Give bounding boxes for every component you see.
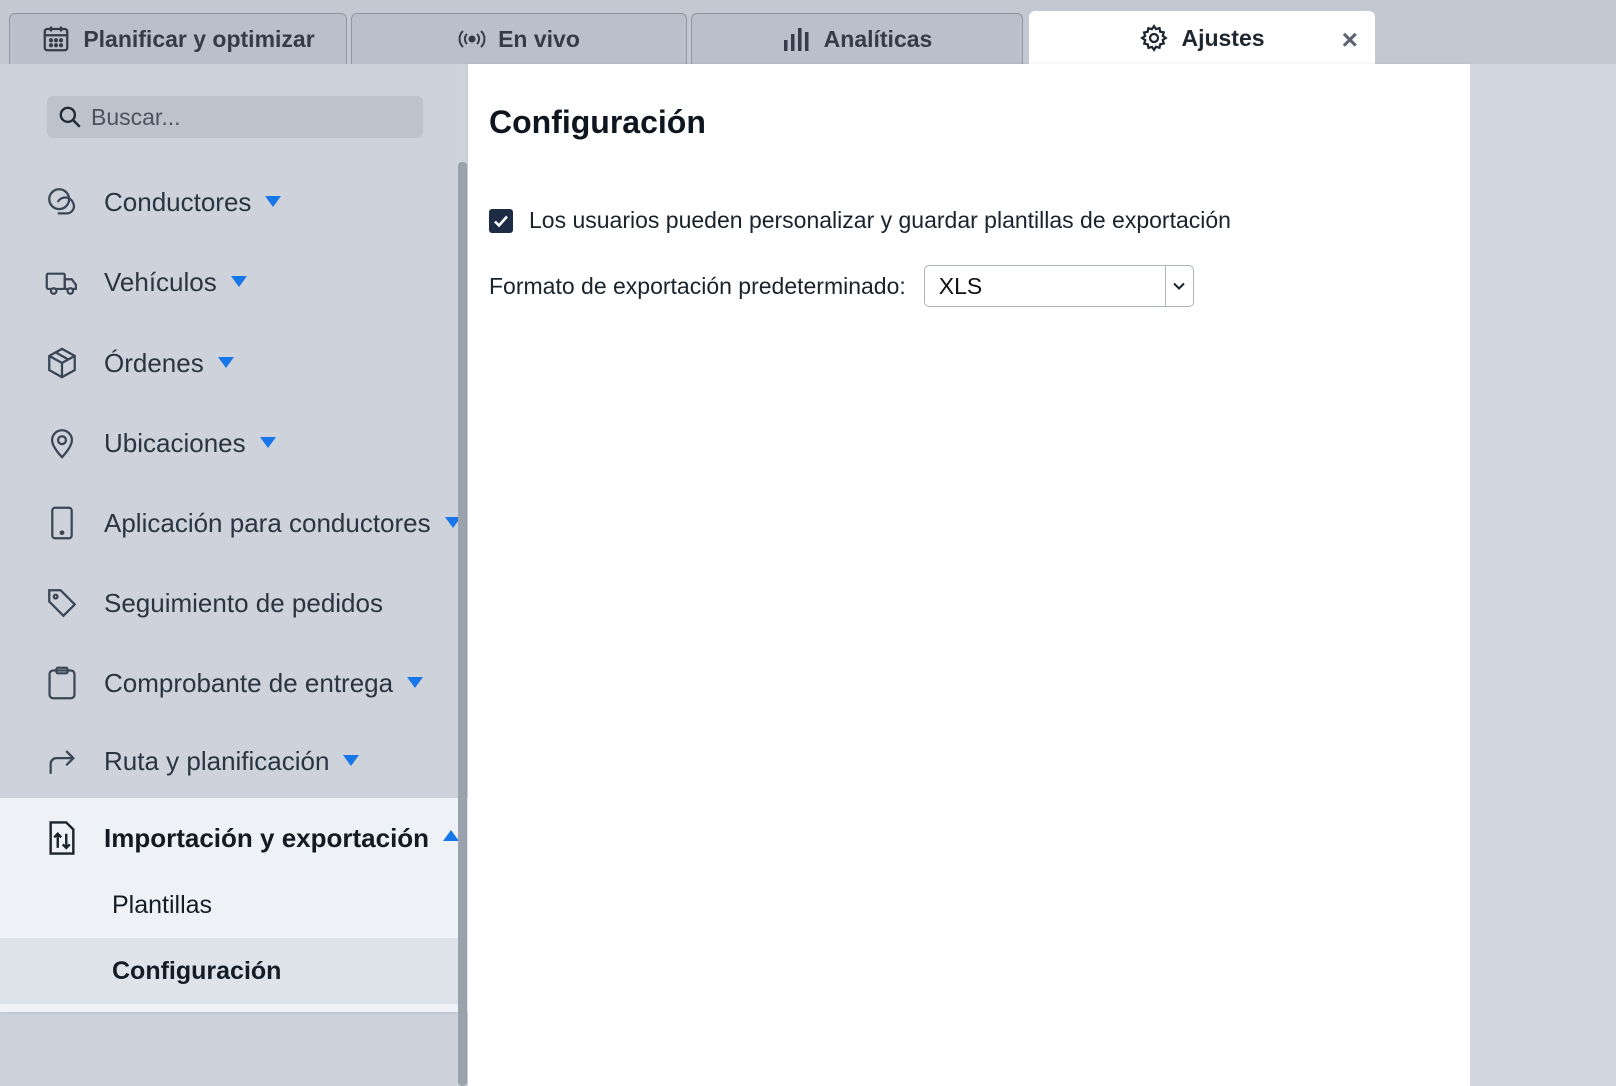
search-box[interactable] <box>47 96 423 138</box>
sidebar-item-vehiculos[interactable]: Vehículos <box>0 252 460 312</box>
chevron-down-icon[interactable] <box>259 437 276 449</box>
page-title: Configuración <box>489 104 706 140</box>
chevron-down-icon[interactable] <box>407 677 424 689</box>
sidebar-item-label: Conductores <box>104 186 252 217</box>
chevron-down-icon[interactable] <box>230 276 247 288</box>
sidebar-item-label: Ruta y planificación <box>104 745 330 776</box>
truck-icon <box>44 264 80 300</box>
sidebar-item-importacion[interactable]: Importación y exportación <box>0 808 460 868</box>
sidebar-item-label: Comprobante de entrega <box>104 667 394 698</box>
export-format-value: XLS <box>938 272 983 299</box>
tab-analiticas[interactable]: Analíticas <box>691 13 1023 64</box>
driver-icon <box>44 184 80 220</box>
phone-icon <box>44 505 80 541</box>
subitem-plantillas[interactable]: Plantillas <box>0 872 460 938</box>
import-export-icon <box>44 820 80 856</box>
package-icon <box>44 345 80 381</box>
sidebar-expanded-section: Importación y exportación Plantillas Con… <box>0 798 468 1012</box>
sidebar-item-aplicacion[interactable]: Aplicación para conductores <box>0 493 461 553</box>
customize-templates-option: Los usuarios pueden personalizar y guard… <box>489 207 1231 234</box>
checkmark-icon <box>494 215 508 227</box>
search-input[interactable] <box>91 103 411 131</box>
close-icon[interactable]: × <box>1342 26 1358 54</box>
checkbox-label: Los usuarios pueden personalizar y guard… <box>529 207 1231 233</box>
sidebar-item-seguimiento[interactable]: Seguimiento de pedidos <box>0 573 460 633</box>
sidebar-item-ordenes[interactable]: Órdenes <box>0 333 460 393</box>
sidebar-item-label: Órdenes <box>104 347 204 378</box>
clipboard-icon <box>44 665 80 701</box>
sidebar-item-ubicaciones[interactable]: Ubicaciones <box>0 413 460 473</box>
sidebar-item-ruta[interactable]: Ruta y planificación <box>0 731 460 791</box>
search-icon <box>59 106 81 128</box>
chevron-down-icon[interactable] <box>343 755 360 767</box>
bar-chart-icon <box>783 28 809 51</box>
customize-templates-checkbox[interactable] <box>489 208 513 233</box>
sidebar-item-label: Aplicación para conductores <box>104 507 431 538</box>
calendar-icon <box>43 26 69 52</box>
sidebar-scrollbar[interactable] <box>458 162 467 1086</box>
sidebar-item-label: Ubicaciones <box>104 427 246 458</box>
map-pin-icon <box>44 425 80 461</box>
sidebar-item-label: Seguimiento de pedidos <box>104 587 383 618</box>
background-area <box>1470 64 1616 1086</box>
sidebar-item-label: Vehículos <box>104 266 217 297</box>
tab-label: En vivo <box>498 25 580 52</box>
chevron-down-icon[interactable] <box>217 357 234 369</box>
tab-label: Ajustes <box>1181 24 1265 51</box>
sidebar-item-conductores[interactable]: Conductores <box>0 172 460 232</box>
chevron-down-icon[interactable] <box>1164 266 1193 306</box>
tag-icon <box>44 585 80 621</box>
gear-icon <box>1140 24 1169 52</box>
sidebar-item-label: Importación y exportación <box>104 822 430 853</box>
tab-label: Planificar y optimizar <box>83 25 315 52</box>
route-arrow-icon <box>44 743 80 779</box>
chevron-down-icon[interactable] <box>265 196 282 208</box>
tab-ajustes[interactable]: Ajustes × <box>1029 11 1375 64</box>
sidebar-item-comprobante[interactable]: Comprobante de entrega <box>0 653 460 713</box>
sidebar: Conductores Vehículos Órdenes Ubicacione… <box>0 64 468 1086</box>
tab-planificar[interactable]: Planificar y optimizar <box>9 13 347 64</box>
tab-label: Analíticas <box>823 25 933 52</box>
subitem-configuracion[interactable]: Configuración <box>0 938 460 1004</box>
export-format-row: Formato de exportación predeterminado: X… <box>489 265 1194 307</box>
main-panel: Configuración Los usuarios pueden person… <box>468 64 1470 1086</box>
chevron-up-icon[interactable] <box>443 830 460 842</box>
export-format-label: Formato de exportación predeterminado: <box>489 272 906 299</box>
tab-bar: Planificar y optimizar En vivo Analítica… <box>0 0 1616 64</box>
tab-en-vivo[interactable]: En vivo <box>351 13 687 64</box>
export-format-select[interactable]: XLS <box>923 265 1194 307</box>
broadcast-icon <box>458 30 486 48</box>
